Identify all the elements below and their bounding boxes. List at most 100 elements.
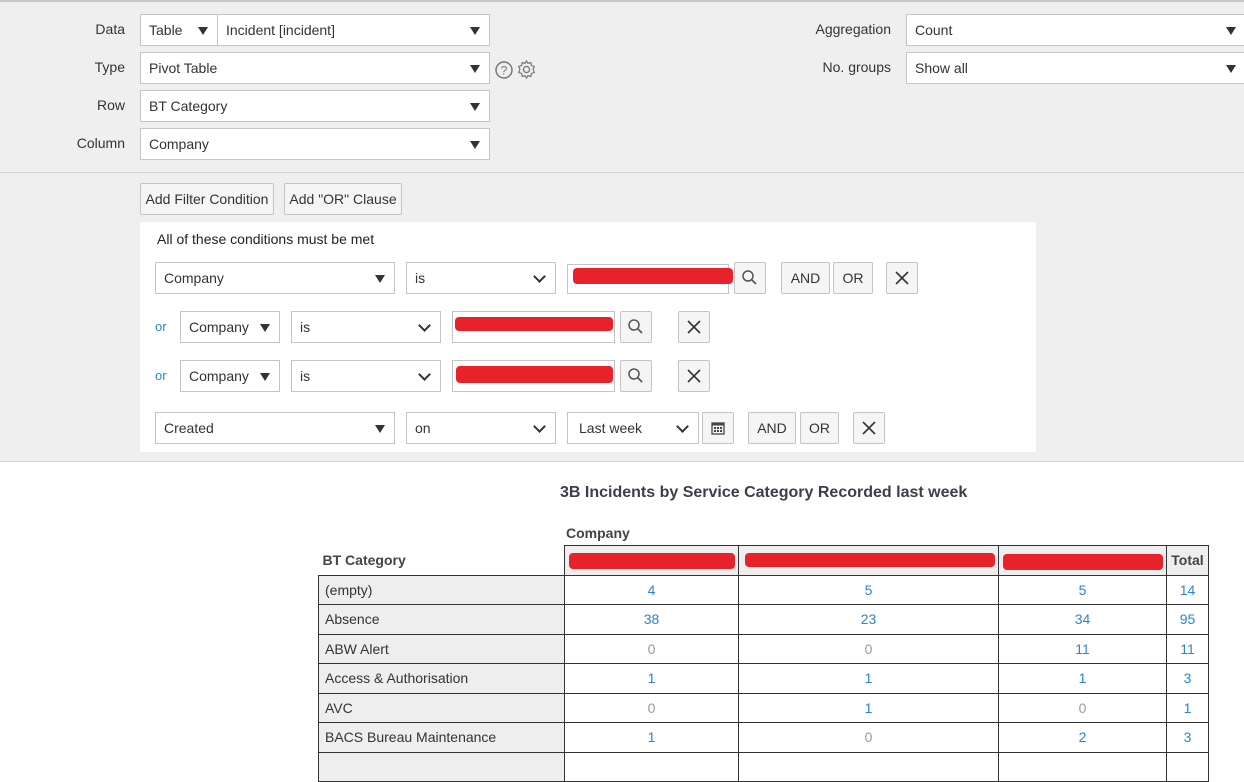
condition-3-operator: is (300, 368, 311, 384)
count-cell[interactable]: 1 (738, 663, 999, 694)
add-or-clause-button[interactable]: Add "OR" Clause (284, 183, 402, 215)
count-cell: 0 (564, 692, 739, 723)
column-select[interactable]: Company (140, 128, 490, 160)
condition-3-lookup-button[interactable] (620, 360, 652, 392)
gear-icon[interactable] (516, 59, 537, 80)
condition-2-field-select[interactable]: Company (180, 311, 280, 343)
count-cell (998, 751, 1167, 782)
groups-select[interactable]: Show all (906, 52, 1244, 84)
condition-1-operator-select[interactable]: is (406, 262, 556, 294)
count-cell (564, 751, 739, 782)
add-filter-condition-button[interactable]: Add Filter Condition (140, 183, 274, 215)
type-select[interactable]: Pivot Table (140, 52, 490, 84)
count-cell: 0 (738, 722, 999, 753)
row-label: Row (96, 97, 125, 113)
data-table-select[interactable]: Incident [incident] (217, 14, 490, 46)
count-cell: 0 (564, 633, 739, 664)
total-cell[interactable]: 95 (1166, 604, 1209, 635)
condition-2-operator-select[interactable]: is (291, 311, 441, 343)
header-row: BT Category Total (319, 545, 1209, 576)
total-cell[interactable]: 3 (1166, 722, 1209, 753)
row-select[interactable]: BT Category (140, 90, 490, 122)
condition-1-lookup-button[interactable] (734, 262, 766, 294)
search-icon (628, 368, 643, 383)
close-icon (687, 369, 701, 383)
count-cell[interactable]: 2 (998, 722, 1167, 753)
redaction-mark (745, 553, 995, 567)
count-cell[interactable]: 38 (564, 604, 739, 635)
redaction-mark (455, 317, 613, 331)
chevron-down-icon (533, 420, 546, 433)
condition-4-operator-select[interactable]: on (406, 412, 556, 444)
row-label-cell: Absence (318, 604, 565, 635)
condition-3-field-select[interactable]: Company (180, 360, 280, 392)
condition-2-remove-button[interactable] (678, 311, 710, 343)
dropdown-arrow-icon (470, 27, 480, 35)
condition-4-field-select[interactable]: Created (155, 412, 395, 444)
chevron-down-icon (418, 368, 431, 381)
condition-3-remove-button[interactable] (678, 360, 710, 392)
condition-2-operator: is (300, 319, 311, 335)
count-cell[interactable]: 4 (564, 574, 739, 605)
count-cell[interactable]: 1 (564, 722, 739, 753)
total-cell[interactable]: 11 (1166, 633, 1209, 664)
column-group-header: Company (566, 525, 630, 541)
count-cell[interactable]: 1 (998, 663, 1167, 694)
condition-1-field-select[interactable]: Company (155, 262, 395, 294)
row-header: BT Category (322, 552, 406, 568)
condition-1-or-button[interactable]: OR (833, 262, 873, 294)
total-cell[interactable]: 14 (1166, 574, 1209, 605)
condition-4-or-button[interactable]: OR (800, 412, 839, 444)
type-label: Type (94, 59, 125, 75)
search-icon (742, 270, 757, 285)
condition-4-date-picker-button[interactable] (702, 412, 734, 444)
count-cell[interactable]: 1 (564, 663, 739, 694)
row-label-cell: Access & Authorisation (318, 663, 565, 694)
count-cell[interactable]: 5 (998, 574, 1167, 605)
condition-1-and-button[interactable]: AND (781, 262, 830, 294)
dropdown-arrow-icon (375, 425, 385, 433)
data-source-value: Table (149, 22, 183, 38)
row-label-cell: BACS Bureau Maintenance (318, 722, 565, 753)
row-label-cell (318, 751, 565, 782)
total-cell (1166, 751, 1209, 782)
condition-3-field: Company (189, 368, 249, 384)
condition-2-lookup-button[interactable] (620, 311, 652, 343)
count-cell[interactable]: 11 (998, 633, 1167, 664)
count-cell[interactable]: 34 (998, 604, 1167, 635)
table-row: Access & Authorisation 1 1 1 3 (318, 663, 1209, 694)
aggregation-select[interactable]: Count (906, 14, 1244, 46)
count-cell[interactable]: 23 (738, 604, 999, 635)
row-label-cell: ABW Alert (318, 633, 565, 664)
redaction-mark (1003, 554, 1163, 570)
chevron-down-icon (533, 270, 546, 283)
svg-text:?: ? (501, 64, 508, 78)
help-icon[interactable]: ? (494, 60, 514, 80)
company-1-header[interactable] (564, 545, 739, 576)
column-label: Column (76, 135, 125, 151)
table-row: AVC 0 1 0 1 (318, 692, 1209, 723)
company-2-header[interactable] (738, 545, 999, 576)
or-label: or (155, 368, 167, 383)
data-label: Data (95, 21, 125, 37)
data-table-value: Incident [incident] (226, 22, 335, 38)
calendar-icon (711, 422, 725, 435)
condition-3-operator-select[interactable]: is (291, 360, 441, 392)
condition-4-and-button[interactable]: AND (748, 412, 796, 444)
data-source-select[interactable]: Table (140, 14, 218, 46)
company-3-header[interactable] (998, 545, 1167, 576)
close-icon (895, 271, 909, 285)
redaction-mark (569, 553, 735, 569)
total-cell[interactable]: 3 (1166, 663, 1209, 694)
condition-4-value-select[interactable]: Last week (567, 412, 699, 444)
condition-1-remove-button[interactable] (886, 262, 918, 294)
chevron-down-icon (418, 319, 431, 332)
count-cell[interactable]: 5 (738, 574, 999, 605)
total-cell[interactable]: 1 (1166, 692, 1209, 723)
count-cell[interactable]: 1 (738, 692, 999, 723)
dropdown-arrow-icon (470, 103, 480, 111)
condition-4-remove-button[interactable] (853, 412, 885, 444)
column-value: Company (149, 136, 209, 152)
dropdown-arrow-icon (470, 65, 480, 73)
report-title: 3B Incidents by Service Category Recorde… (560, 484, 968, 501)
